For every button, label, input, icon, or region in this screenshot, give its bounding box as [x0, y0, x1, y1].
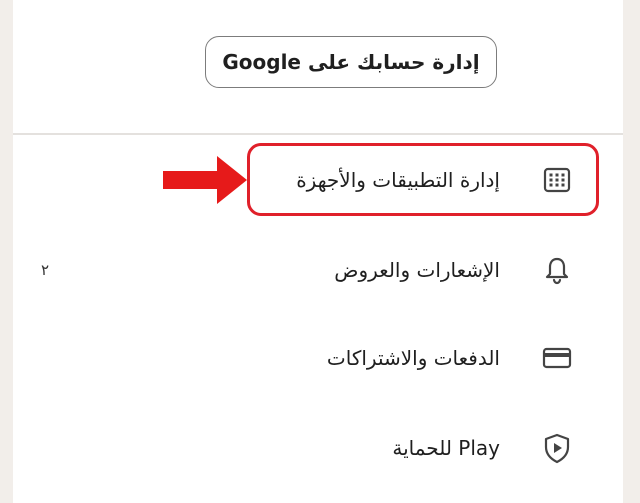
- manage-google-account-button[interactable]: إدارة حسابك على Google: [205, 36, 497, 88]
- menu-item-label: الدفعات والاشتراكات: [326, 346, 500, 370]
- divider: [13, 133, 623, 135]
- notification-count-badge: ٢: [41, 261, 50, 279]
- red-arrow-annotation: [163, 154, 249, 206]
- menu-item-label: Play للحماية: [392, 436, 500, 460]
- menu-item-play-protect[interactable]: Play للحماية: [13, 418, 623, 478]
- menu-item-label: الإشعارات والعروض: [334, 258, 500, 282]
- menu-item-notifications-offers[interactable]: ٢ الإشعارات والعروض: [13, 240, 623, 300]
- play-protect-shield-icon: [540, 431, 574, 465]
- manage-google-account-label: إدارة حسابك على Google: [222, 50, 480, 74]
- menu-item-payments-subscriptions[interactable]: الدفعات والاشتراكات: [13, 328, 623, 388]
- highlight-box: [247, 143, 599, 216]
- credit-card-icon: [540, 341, 574, 375]
- account-menu-sheet: إدارة حسابك على Google إدارة التطبيقات و…: [13, 0, 623, 503]
- bell-icon: [540, 253, 574, 287]
